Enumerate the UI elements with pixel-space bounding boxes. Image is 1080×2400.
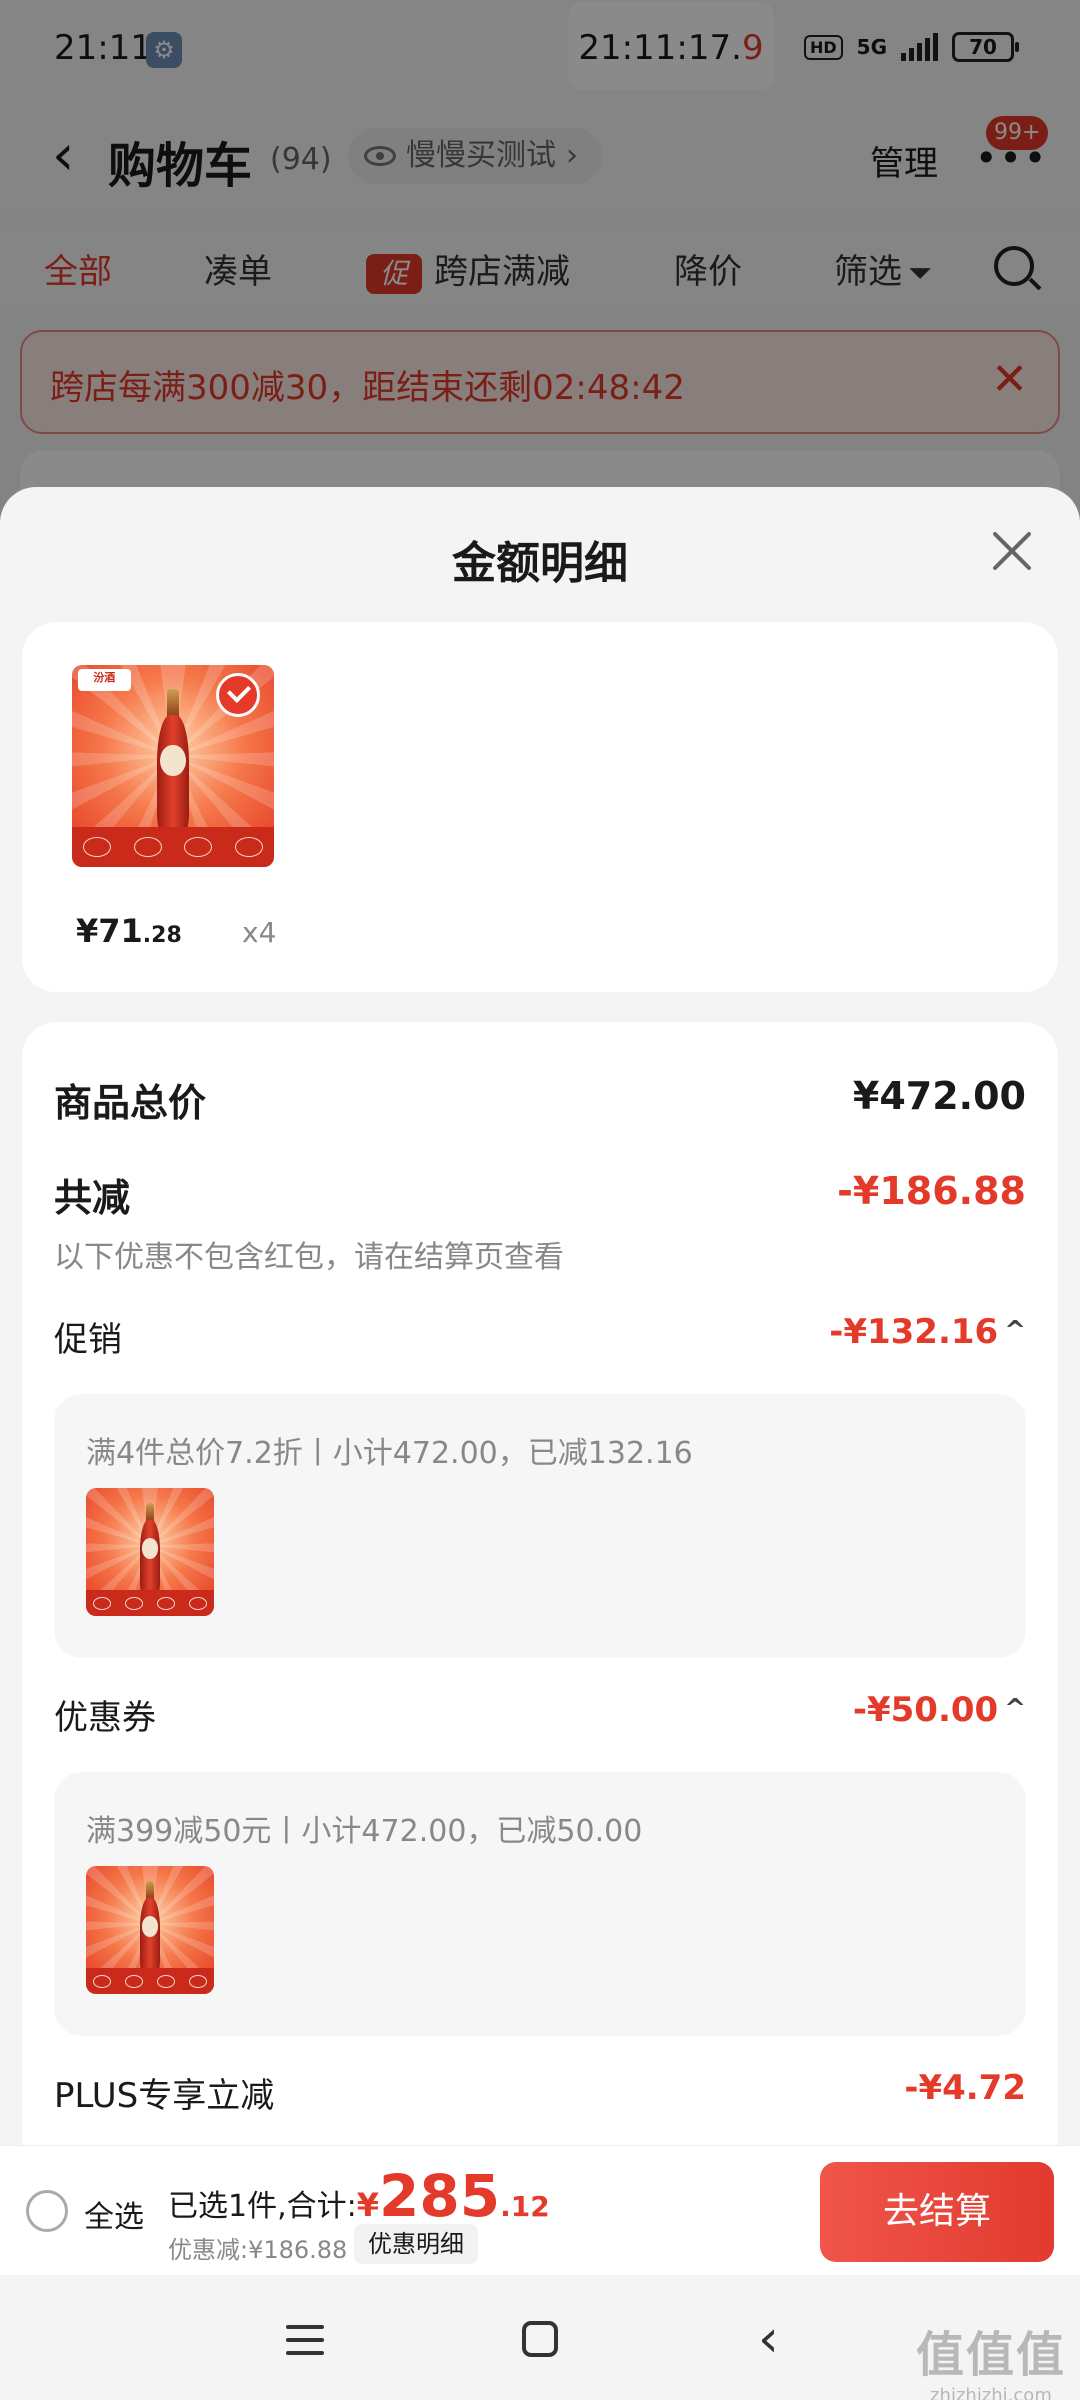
coupon-value: -¥50.00 <box>852 1690 999 1730</box>
coupon-label: 优惠券 <box>54 1698 156 1738</box>
coupon-toggle[interactable]: -¥50.00 ^ <box>853 1690 1026 1730</box>
price-integer: 71 <box>98 912 143 950</box>
watermark: 值值值 zhizhizhi.com <box>916 2315 1066 2400</box>
coupon-detail-box: 满399减50元丨小计472.00，已减50.00 <box>54 1772 1026 2036</box>
promotion-label: 促销 <box>54 1320 122 1360</box>
watermark-logo: 值值值 <box>915 2327 1066 2383</box>
price-currency: ¥ <box>76 912 99 950</box>
promotion-detail-text: 满4件总价7.2折丨小计472.00，已减132.16 <box>86 1436 693 1471</box>
chevron-up-icon: ^ <box>1004 1316 1026 1346</box>
total-reduction-value: -¥186.88 <box>837 1169 1026 1213</box>
product-quantity: x4 <box>242 916 277 949</box>
price-decimal: .28 <box>142 923 182 948</box>
brand-logo: 汾酒 <box>78 669 131 692</box>
total-price-label: 商品总价 <box>54 1081 207 1125</box>
total-decimal: .12 <box>500 2190 550 2223</box>
coupon-detail-text: 满399减50元丨小计472.00，已减50.00 <box>86 1814 643 1849</box>
plus-discount-value: -¥4.72 <box>904 2068 1026 2108</box>
promotion-product-image[interactable] <box>86 1488 214 1616</box>
plus-discount-label: PLUS专享立减 <box>54 2076 275 2116</box>
home-icon[interactable] <box>522 2321 558 2357</box>
total-currency: ¥ <box>356 2186 379 2224</box>
watermark-url: zhizhizhi.com <box>930 2385 1052 2400</box>
selected-prefix: 已选1件,合计: <box>168 2189 357 2224</box>
checkout-bar: 全选 已选1件,合计:¥285.12 优惠减:¥186.88 优惠明细 去结算 <box>0 2145 1080 2275</box>
system-nav-bar: ‹ 值值值 zhizhizhi.com <box>0 2275 1080 2400</box>
checkmark-icon <box>216 673 260 717</box>
saved-amount: 优惠减:¥186.88 <box>168 2236 348 2264</box>
product-card: 汾酒 ¥71.28 x4 <box>22 622 1058 992</box>
close-icon[interactable] <box>984 523 1040 579</box>
promotion-detail-box: 满4件总价7.2折丨小计472.00，已减132.16 <box>54 1394 1026 1658</box>
coupon-product-image[interactable] <box>86 1866 214 1994</box>
select-all-radio[interactable] <box>26 2190 68 2232</box>
product-price: ¥71.28 <box>76 912 182 950</box>
selected-summary: 已选1件,合计:¥285.12 <box>168 2162 550 2230</box>
amount-detail-sheet: 金额明细 汾酒 ¥71.28 x4 商品总价 ¥472.00 共减 -¥186.… <box>0 487 1080 2400</box>
promotion-value: -¥132.16 <box>829 1312 999 1352</box>
total-price-value: ¥472.00 <box>852 1074 1026 1118</box>
chevron-up-icon: ^ <box>1004 1694 1026 1724</box>
promotion-toggle[interactable]: -¥132.16 ^ <box>829 1312 1026 1352</box>
sheet-title: 金额明细 <box>452 538 628 589</box>
checkout-button[interactable]: 去结算 <box>820 2162 1054 2262</box>
discount-detail-button[interactable]: 优惠明细 <box>354 2224 478 2264</box>
select-all-label[interactable]: 全选 <box>84 2192 144 2236</box>
reduction-note: 以下优惠不包含红包，请在结算页查看 <box>54 1240 564 1275</box>
back-icon[interactable]: ‹ <box>758 2313 779 2365</box>
total-reduction-label: 共减 <box>54 1176 131 1220</box>
total-integer: 285 <box>379 2162 501 2230</box>
menu-icon[interactable] <box>286 2325 324 2355</box>
